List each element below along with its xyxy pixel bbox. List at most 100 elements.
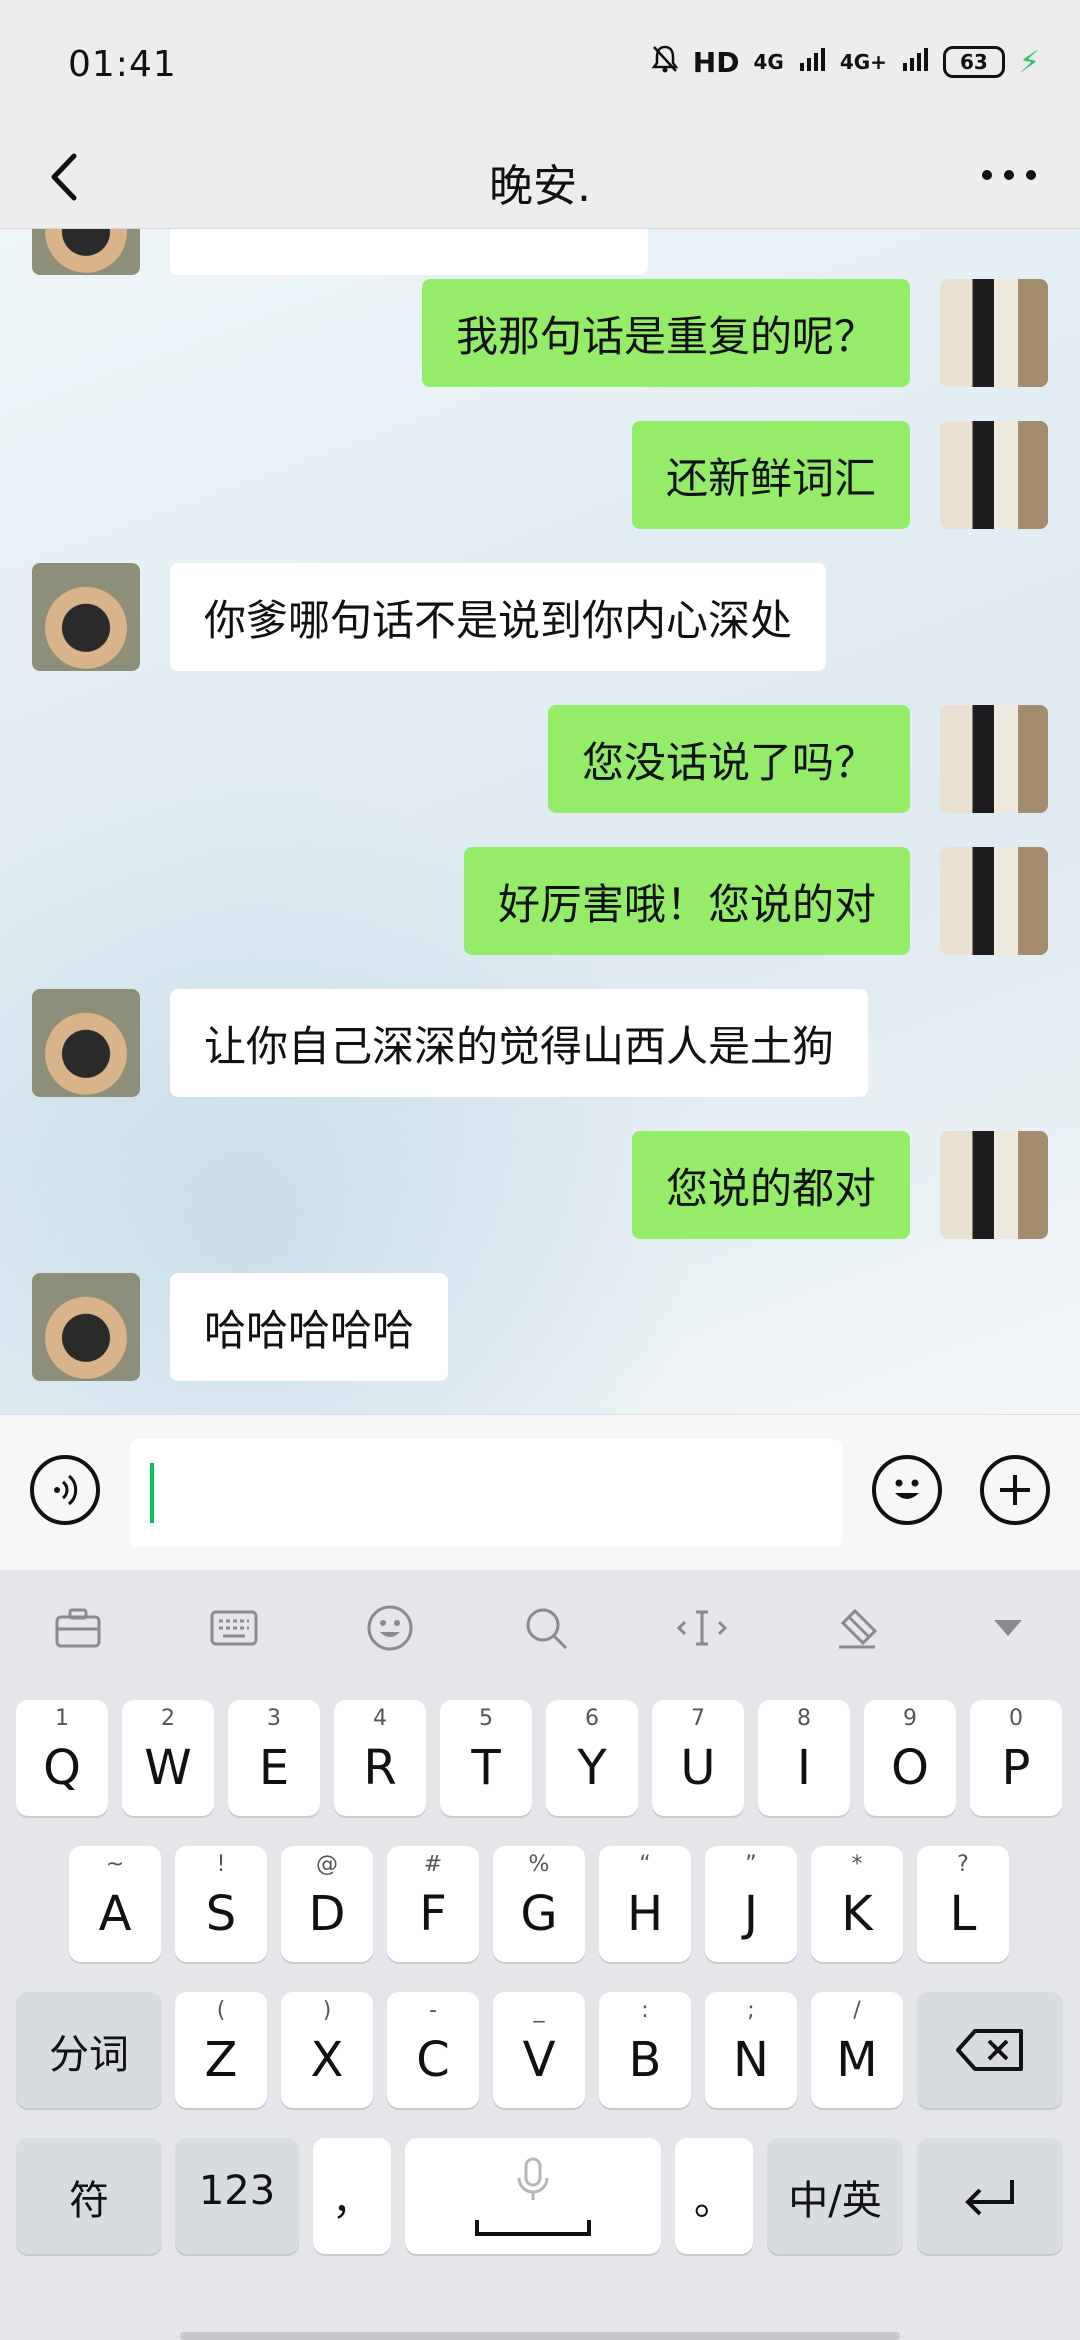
- key-v-label: V: [522, 2032, 556, 2088]
- key-g[interactable]: % G: [493, 1846, 585, 1962]
- message-input[interactable]: [130, 1439, 842, 1547]
- key-m-sub: /: [853, 1998, 861, 2023]
- segment-key[interactable]: 分词: [16, 1992, 162, 2108]
- add-button[interactable]: [980, 1455, 1050, 1525]
- network-4g-plus: 4G+: [839, 50, 887, 74]
- input-bar: [0, 1414, 1080, 1571]
- key-o[interactable]: 9O: [864, 1700, 956, 1816]
- key-j-label: J: [743, 1886, 759, 1942]
- message-bubble-partial: [170, 229, 648, 275]
- key-u-sub: 7: [691, 1706, 705, 1731]
- key-a[interactable]: ~ A: [69, 1846, 161, 1962]
- symbol-key-label: 符: [69, 2178, 109, 2224]
- message-bubble-received[interactable]: 让你自己深深的觉得山西人是土狗: [170, 989, 869, 1097]
- key-s[interactable]: ! S: [175, 1846, 267, 1962]
- keyboard-icon[interactable]: [204, 1598, 264, 1658]
- key-w[interactable]: 2W: [122, 1700, 214, 1816]
- key-k[interactable]: * K: [811, 1846, 903, 1962]
- enter-icon: [965, 2180, 1014, 2216]
- avatar[interactable]: [32, 989, 140, 1097]
- key-h[interactable]: “H: [599, 1846, 691, 1962]
- message-bubble-sent[interactable]: 还新鲜词汇: [631, 421, 910, 529]
- key-q[interactable]: 1Q: [16, 1700, 108, 1816]
- key-x-sub: ): [322, 1998, 332, 2023]
- key-y-sub: 6: [585, 1706, 599, 1731]
- key-a-label: A: [98, 1886, 132, 1942]
- message-bubble-sent[interactable]: 我那句话是重复的呢？: [421, 279, 910, 387]
- number-key[interactable]: 123: [175, 2138, 299, 2254]
- key-l[interactable]: ? L: [917, 1846, 1009, 1962]
- key-d[interactable]: @ D: [281, 1846, 373, 1962]
- key-h-sub: “: [639, 1852, 651, 1877]
- key-c[interactable]: -C: [387, 1992, 479, 2108]
- avatar[interactable]: [940, 705, 1048, 813]
- avatar[interactable]: [940, 279, 1048, 387]
- voice-button[interactable]: [30, 1455, 100, 1525]
- key-v[interactable]: _ V: [493, 1992, 585, 2108]
- more-button[interactable]: [974, 140, 1044, 210]
- key-o-label: O: [891, 1740, 929, 1796]
- collapse-icon[interactable]: [978, 1598, 1038, 1658]
- backspace-key[interactable]: [917, 1992, 1063, 2108]
- avatar[interactable]: [32, 229, 140, 275]
- key-y-label: Y: [577, 1740, 607, 1796]
- message-bubble-sent[interactable]: 您没话说了吗？: [547, 705, 910, 813]
- message-bubble-received[interactable]: 你爹哪句话不是说到你内心深处: [170, 563, 827, 671]
- key-i[interactable]: 8I: [758, 1700, 850, 1816]
- chat-area[interactable]: 我那句话是重复的呢？ 还新鲜词汇 你爹哪句话不是说到你内心深处 您没话说了吗？ …: [0, 229, 1080, 1414]
- enter-key[interactable]: [917, 2138, 1063, 2254]
- message-bubble-sent[interactable]: 好厉害哦！您说的对: [463, 847, 910, 955]
- key-e-sub: 3: [267, 1706, 281, 1731]
- key-f[interactable]: # F: [387, 1846, 479, 1962]
- key-x-label: X: [310, 2032, 344, 2088]
- hd-label: HD: [692, 45, 740, 79]
- key-j[interactable]: ” J: [705, 1846, 797, 1962]
- key-r[interactable]: 4R: [334, 1700, 426, 1816]
- key-z-label: Z: [204, 2032, 238, 2088]
- key-y[interactable]: 6Y: [546, 1700, 638, 1816]
- battery-level: 63: [960, 50, 988, 74]
- cursor-move-icon[interactable]: [672, 1598, 732, 1658]
- clear-icon[interactable]: [828, 1598, 888, 1658]
- key-c-label: C: [416, 2032, 450, 2088]
- avatar[interactable]: [940, 847, 1048, 955]
- symbol-key[interactable]: 符: [16, 2138, 162, 2254]
- key-o-sub: 9: [903, 1706, 917, 1731]
- avatar[interactable]: [32, 563, 140, 671]
- key-z[interactable]: (Z: [175, 1992, 267, 2108]
- briefcase-icon[interactable]: [48, 1598, 108, 1658]
- period-key[interactable]: 。: [675, 2138, 753, 2254]
- key-l-label: L: [949, 1886, 977, 1942]
- soft-keyboard: 1Q 2W 3E 4R 5T 6Y 7U 8I 9O 0P ~ A ! S @ D #…: [0, 1570, 1080, 2340]
- keyboard-toolbar: [0, 1570, 1080, 1680]
- space-key[interactable]: [405, 2138, 661, 2254]
- home-indicator[interactable]: [180, 2332, 900, 2340]
- key-w-sub: 2: [161, 1706, 175, 1731]
- message-bubble-sent[interactable]: 您说的都对: [631, 1131, 910, 1239]
- avatar[interactable]: [940, 421, 1048, 529]
- key-u[interactable]: 7U: [652, 1700, 744, 1816]
- key-t-sub: 5: [479, 1706, 493, 1731]
- comma-key[interactable]: ，: [313, 2138, 391, 2254]
- key-x[interactable]: ) X: [281, 1992, 373, 2108]
- key-g-sub: %: [528, 1852, 550, 1877]
- message-bubble-received[interactable]: 哈哈哈哈哈: [170, 1273, 449, 1381]
- key-p[interactable]: 0P: [970, 1700, 1062, 1816]
- key-n-label: N: [733, 2032, 769, 2088]
- key-n-sub: ;: [747, 1998, 755, 2023]
- key-t[interactable]: 5T: [440, 1700, 532, 1816]
- avatar[interactable]: [940, 1131, 1048, 1239]
- key-f-label: F: [419, 1886, 447, 1942]
- key-k-sub: *: [851, 1852, 863, 1877]
- key-m[interactable]: / M: [811, 1992, 903, 2108]
- key-b-sub: :: [641, 1998, 649, 2023]
- avatar[interactable]: [32, 1273, 140, 1381]
- key-e[interactable]: 3E: [228, 1700, 320, 1816]
- emoji-icon[interactable]: [360, 1598, 420, 1658]
- language-switch-key[interactable]: 中/英: [767, 2138, 903, 2254]
- key-n[interactable]: ; N: [705, 1992, 797, 2108]
- key-b[interactable]: :B: [599, 1992, 691, 2108]
- emoji-button[interactable]: [872, 1455, 942, 1525]
- number-key-label: 123: [198, 2168, 276, 2214]
- search-icon[interactable]: [516, 1598, 576, 1658]
